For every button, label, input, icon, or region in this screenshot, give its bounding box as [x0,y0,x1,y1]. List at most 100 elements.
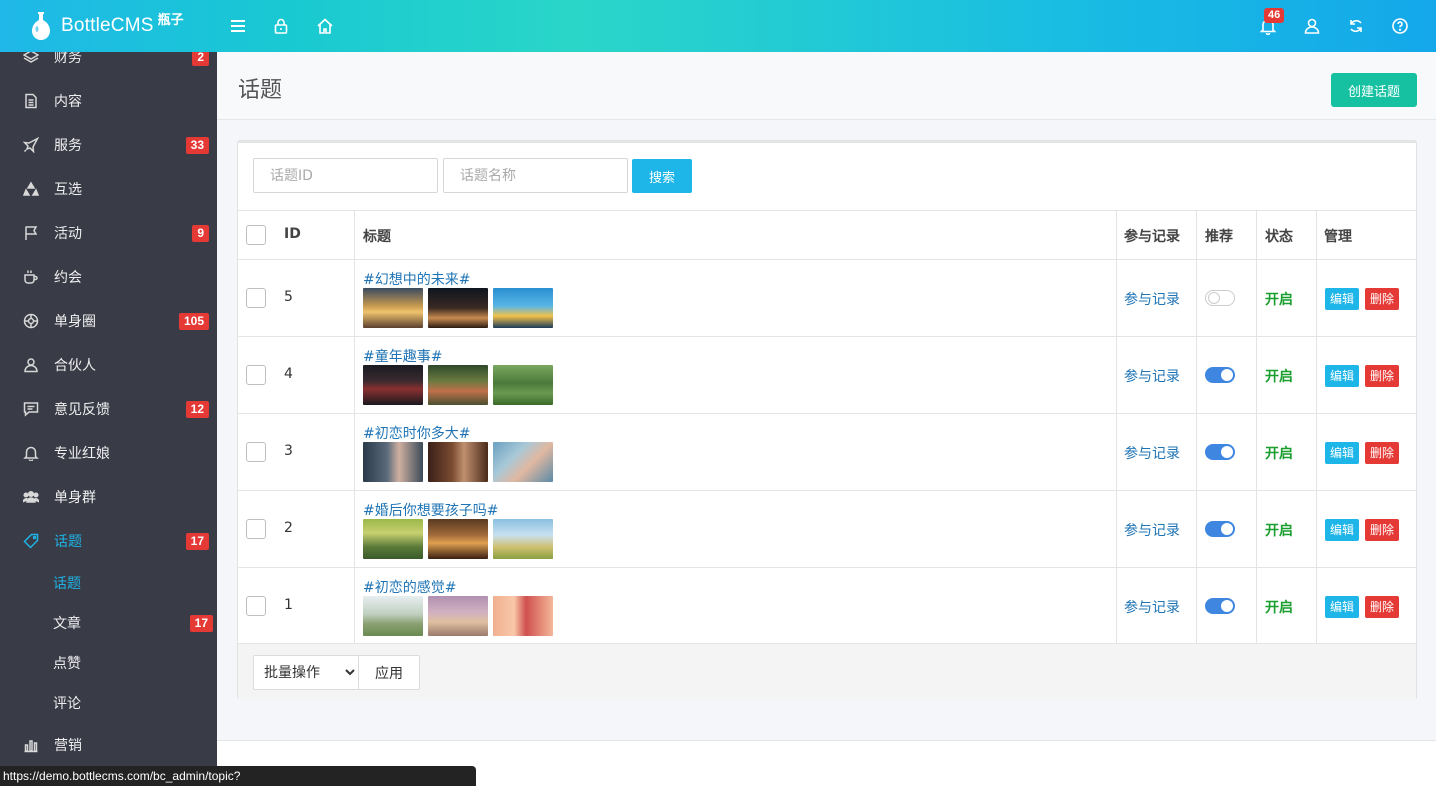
sidebar-item-label: 互选 [54,182,82,198]
delete-button[interactable]: 删除 [1365,442,1400,464]
bulk-action-bar: 批量操作 应用 [238,643,1416,700]
refresh-button[interactable] [1344,14,1368,38]
edit-button[interactable]: 编辑 [1325,442,1360,464]
delete-button[interactable]: 删除 [1365,519,1400,541]
sidebar-item-partner[interactable]: 合伙人 [0,345,217,385]
sidebar-item-dating[interactable]: 约会 [0,257,217,297]
topic-title-link[interactable]: #童年趣事# [363,346,442,366]
search-button[interactable]: 搜索 [632,159,692,193]
sidebar-item-label: 服务 [54,138,82,154]
thumbnail-image[interactable] [493,596,553,636]
recommend-toggle[interactable] [1205,367,1235,383]
sidebar-subitem-label: 点赞 [53,656,81,672]
topic-title-link[interactable]: #婚后你想要孩子吗# [363,500,498,520]
sidebar-item-service[interactable]: 服务 33 [0,125,217,165]
delete-button[interactable]: 删除 [1365,288,1400,310]
thumbnail-image[interactable] [493,442,553,482]
thumbnail-image[interactable] [363,442,423,482]
thumbnail-image[interactable] [428,365,488,405]
header-records-cell: 参与记录 [1117,211,1197,259]
delete-button[interactable]: 删除 [1365,365,1400,387]
recommend-cell [1197,260,1257,336]
records-cell: 参与记录 [1117,260,1197,336]
top-header: BottleCMS 瓶子 46 [0,0,1436,52]
records-link[interactable]: 参与记录 [1124,289,1180,309]
profile-button[interactable] [1300,14,1324,38]
recommend-toggle[interactable] [1205,444,1235,460]
status-text: 开启 [1265,369,1293,385]
recommend-cell [1197,337,1257,413]
sidebar-subitem-article[interactable]: 文章 17 [0,603,217,643]
edit-button[interactable]: 编辑 [1325,288,1360,310]
topic-id-input[interactable] [253,158,438,193]
sidebar-item-label: 专业红娘 [54,446,110,462]
sidebar-subitem-topic[interactable]: 话题 [0,563,217,603]
brand-logo[interactable]: BottleCMS 瓶子 [30,0,184,52]
id-cell: 4 [238,337,355,413]
records-link[interactable]: 参与记录 [1124,366,1180,386]
header-status: 状态 [1265,229,1293,245]
topic-title-link[interactable]: #初恋时你多大# [363,423,470,443]
help-button[interactable] [1388,14,1412,38]
notifications-button[interactable]: 46 [1256,8,1285,38]
thumbnail-image[interactable] [363,596,423,636]
status-cell: 开启 [1257,568,1317,644]
home-button[interactable] [313,14,337,38]
sidebar-item-content[interactable]: 内容 [0,81,217,121]
delete-button[interactable]: 删除 [1365,596,1400,618]
edit-button[interactable]: 编辑 [1325,365,1360,387]
topic-title-link[interactable]: #幻想中的未来# [363,269,470,289]
topic-thumbnails [363,519,553,559]
thumbnail-image[interactable] [363,365,423,405]
sidebar-item-feedback[interactable]: 意见反馈 12 [0,389,217,429]
recommend-toggle[interactable] [1205,521,1235,537]
sidebar-subitem-likes[interactable]: 点赞 [0,643,217,683]
sidebar-item-activity[interactable]: 活动 9 [0,213,217,253]
sidebar-item-topic[interactable]: 话题 17 [0,521,217,561]
topic-list-card: 搜索 ID 标题 参与记录 推荐 状态 管理 [237,140,1417,700]
coffee-icon [23,269,39,285]
thumbnail-image[interactable] [363,288,423,328]
sidebar-item-marketing[interactable]: 营销 [0,725,217,765]
bulk-action-select[interactable]: 批量操作 [253,655,359,690]
apply-button[interactable]: 应用 [358,655,420,690]
records-cell: 参与记录 [1117,491,1197,567]
thumbnail-image[interactable] [493,365,553,405]
edit-button[interactable]: 编辑 [1325,519,1360,541]
status-cell: 开启 [1257,414,1317,490]
sidebar-item-singles-circle[interactable]: 单身圈 105 [0,301,217,341]
records-link[interactable]: 参与记录 [1124,597,1180,617]
recommend-toggle[interactable] [1205,598,1235,614]
table-row: 2 #婚后你想要孩子吗# 参与记录 开启 编辑 删除 [238,490,1416,567]
sidebar-item-singles-group[interactable]: 单身群 [0,477,217,517]
edit-button[interactable]: 编辑 [1325,596,1360,618]
sidebar-item-finance[interactable]: 财务 2 [0,52,217,77]
sidebar-item-matchmaker[interactable]: 专业红娘 [0,433,217,473]
thumbnail-image[interactable] [493,519,553,559]
records-link[interactable]: 参与记录 [1124,443,1180,463]
create-topic-button[interactable]: 创建话题 [1331,73,1417,107]
topic-name-input[interactable] [443,158,628,193]
menu-toggle-button[interactable] [226,14,250,38]
thumbnail-image[interactable] [428,596,488,636]
sidebar-item-mutual-select[interactable]: 互选 [0,169,217,209]
sidebar-item-label: 意见反馈 [54,402,110,418]
thumbnail-image[interactable] [493,288,553,328]
thumbnail-image[interactable] [428,519,488,559]
thumbnail-image[interactable] [363,519,423,559]
lock-button[interactable] [269,14,293,38]
recommend-toggle[interactable] [1205,290,1235,306]
layers-icon [22,52,40,65]
topic-thumbnails [363,365,553,405]
thumbnail-image[interactable] [428,288,488,328]
records-link[interactable]: 参与记录 [1124,520,1180,540]
header-id-cell: ID [238,211,355,259]
bar-chart-icon [23,737,39,753]
manage-cell: 编辑 删除 [1317,491,1416,567]
sidebar-item-label: 营销 [54,738,82,754]
sidebar-item-label: 约会 [54,270,82,286]
id-cell: 1 [238,568,355,644]
thumbnail-image[interactable] [428,442,488,482]
sidebar-subitem-comments[interactable]: 评论 [0,683,217,723]
topic-title-link[interactable]: #初恋的感觉# [363,577,456,597]
